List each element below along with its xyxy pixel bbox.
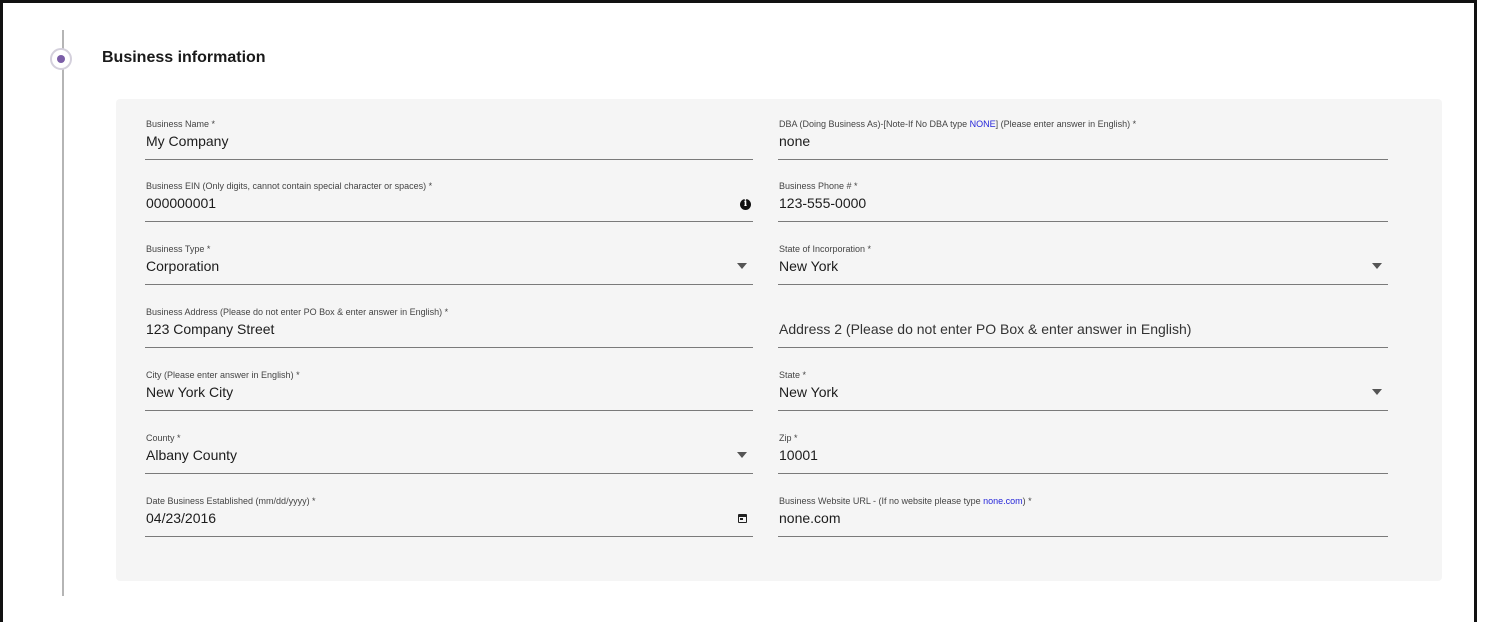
- business-address-label: Business Address (Please do not enter PO…: [146, 307, 449, 317]
- dba-field[interactable]: DBA (Doing Business As)-[Note-If No DBA …: [778, 119, 1388, 160]
- business-type-select[interactable]: Business Type * Corporation: [145, 244, 753, 285]
- calendar-icon[interactable]: [738, 514, 747, 523]
- address2-field[interactable]: Address 2 (Please do not enter PO Box & …: [778, 307, 1388, 348]
- business-info-form: Business Name * My Company DBA (Doing Bu…: [116, 99, 1442, 581]
- dba-value[interactable]: none: [779, 133, 810, 149]
- county-label: County *: [146, 433, 181, 443]
- phone-value[interactable]: 123-555-0000: [779, 195, 866, 211]
- dba-label: DBA (Doing Business As)-[Note-If No DBA …: [779, 119, 1137, 129]
- state-value[interactable]: New York: [779, 384, 838, 400]
- phone-field[interactable]: Business Phone # * 123-555-0000: [778, 181, 1388, 222]
- state-select[interactable]: State * New York: [778, 370, 1388, 411]
- website-value[interactable]: none.com: [779, 510, 840, 526]
- county-select[interactable]: County * Albany County: [145, 433, 753, 474]
- state-incorporation-value[interactable]: New York: [779, 258, 838, 274]
- date-established-field[interactable]: Date Business Established (mm/dd/yyyy) *…: [145, 496, 753, 537]
- phone-label: Business Phone # *: [779, 181, 858, 191]
- business-address-field[interactable]: Business Address (Please do not enter PO…: [145, 307, 753, 348]
- ein-value[interactable]: 000000001: [146, 195, 216, 211]
- chevron-down-icon[interactable]: [1372, 263, 1382, 269]
- step-timeline-line: [62, 30, 64, 596]
- state-incorporation-label: State of Incorporation *: [779, 244, 872, 254]
- state-incorporation-select[interactable]: State of Incorporation * New York: [778, 244, 1388, 285]
- website-field[interactable]: Business Website URL - (If no website pl…: [778, 496, 1388, 537]
- date-established-label: Date Business Established (mm/dd/yyyy) *: [146, 496, 316, 506]
- chevron-down-icon[interactable]: [737, 452, 747, 458]
- business-name-field[interactable]: Business Name * My Company: [145, 119, 753, 160]
- date-established-value[interactable]: 04/23/2016: [146, 510, 216, 526]
- county-value[interactable]: Albany County: [146, 447, 237, 463]
- zip-label: Zip *: [779, 433, 798, 443]
- state-label: State *: [779, 370, 807, 380]
- chevron-down-icon[interactable]: [1372, 389, 1382, 395]
- business-type-value[interactable]: Corporation: [146, 258, 219, 274]
- city-label: City (Please enter answer in English) *: [146, 370, 300, 380]
- business-name-label: Business Name *: [146, 119, 216, 129]
- zip-field[interactable]: Zip * 10001: [778, 433, 1388, 474]
- section-title: Business information: [102, 49, 266, 66]
- city-field[interactable]: City (Please enter answer in English) * …: [145, 370, 753, 411]
- business-name-value[interactable]: My Company: [146, 133, 228, 149]
- city-value[interactable]: New York City: [146, 384, 233, 400]
- info-icon[interactable]: i: [740, 199, 751, 210]
- business-type-label: Business Type *: [146, 244, 211, 254]
- ein-field[interactable]: Business EIN (Only digits, cannot contai…: [145, 181, 753, 222]
- website-label: Business Website URL - (If no website pl…: [779, 496, 1032, 506]
- ein-label: Business EIN (Only digits, cannot contai…: [146, 181, 433, 191]
- business-address-value[interactable]: 123 Company Street: [146, 321, 274, 337]
- address2-placeholder[interactable]: Address 2 (Please do not enter PO Box & …: [779, 321, 1191, 337]
- zip-value[interactable]: 10001: [779, 447, 818, 463]
- chevron-down-icon[interactable]: [737, 263, 747, 269]
- step-indicator-icon: [50, 48, 72, 70]
